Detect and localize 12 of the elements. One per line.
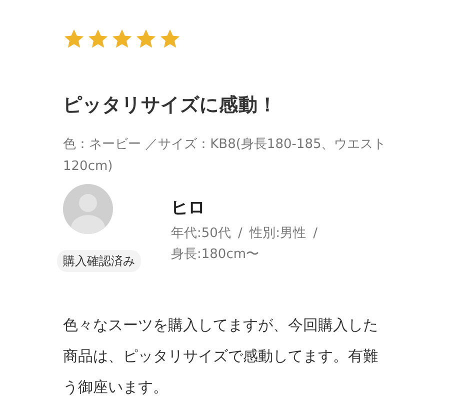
reviewer-details: 年代:50代 / 性別:男性 / 身長:180cm〜 <box>171 225 318 264</box>
avatar-icon <box>63 184 113 234</box>
verified-purchase-label: 購入確認済み <box>57 250 141 272</box>
star-icon <box>87 28 109 50</box>
reviewer-name: ヒロ <box>171 196 206 220</box>
star-icon <box>63 28 85 50</box>
star-icon <box>135 28 157 50</box>
star-icon <box>159 28 181 50</box>
review-text: 色々なスーツを購入してますが、今回購入した商品は、ピッタリサイズで感動してます。有難う御座います。 <box>63 314 379 398</box>
review-title: ピッタリサイズに感動！ <box>63 93 278 118</box>
star-icon <box>111 28 133 50</box>
variant-info: 色：ネービー ／サイズ：KB8(身長180-185、ウエスト120cm) <box>63 136 388 176</box>
